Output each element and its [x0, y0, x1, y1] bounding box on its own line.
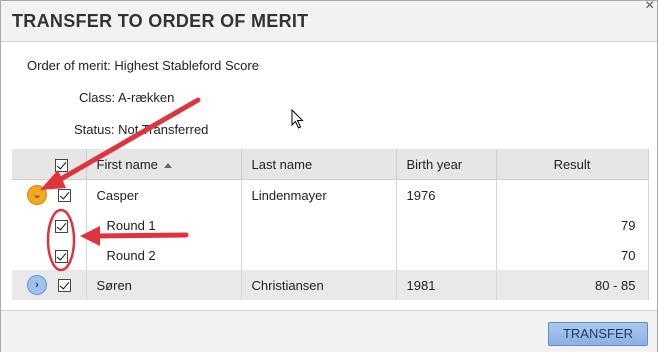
row-controls: › — [12, 270, 87, 300]
class-row: Class: A-rækken — [79, 90, 174, 105]
select-all-checkbox[interactable] — [55, 158, 68, 172]
round-name-cell: Round 1 — [86, 210, 242, 240]
empty-cell — [241, 240, 397, 270]
result-cell: 79 — [496, 210, 649, 240]
results-table: First name Last name Birth year Result ⌄… — [12, 149, 649, 300]
class-value: A-rækken — [118, 90, 175, 105]
dialog-titlebar: TRANSFER TO ORDER OF MERIT × — [1, 0, 657, 42]
header-first-name[interactable]: First name — [86, 149, 242, 180]
last-name-cell: Lindenmayer — [241, 179, 397, 210]
result-cell — [496, 179, 649, 210]
order-of-merit-value: Highest Stableford Score — [114, 58, 259, 73]
expand-row-icon[interactable]: › — [27, 275, 47, 295]
header-first-name-label: First name — [96, 156, 158, 172]
round-checkbox[interactable] — [55, 249, 68, 263]
header-select-all[interactable] — [12, 149, 87, 180]
birth-year-cell: 1981 — [396, 270, 497, 300]
empty-cell — [241, 210, 397, 240]
transfer-button[interactable]: TRANSFER — [548, 322, 648, 346]
order-of-merit-row: Order of merit: Highest Stableford Score — [27, 58, 259, 73]
dialog-title: TRANSFER TO ORDER OF MERIT — [12, 11, 309, 31]
table-row: Round 2 70 — [12, 240, 649, 270]
empty-cell — [396, 210, 497, 240]
row-controls — [12, 240, 87, 270]
status-row: Status: Not Transferred — [74, 122, 208, 137]
round-checkbox[interactable] — [55, 219, 68, 233]
result-cell: 70 — [496, 240, 649, 270]
table-header-row: First name Last name Birth year Result — [12, 149, 649, 180]
sort-ascending-icon — [163, 162, 172, 168]
status-value: Not Transferred — [118, 122, 209, 137]
row-checkbox[interactable] — [57, 278, 71, 292]
table-row: Round 1 79 — [12, 210, 649, 240]
status-label: Status: — [74, 122, 115, 137]
header-birth-year[interactable]: Birth year — [396, 149, 497, 180]
mouse-pointer-icon — [291, 109, 304, 129]
class-label: Class: — [79, 90, 116, 105]
collapse-row-icon[interactable]: ⌄ — [27, 185, 47, 205]
row-checkbox[interactable] — [57, 188, 71, 202]
header-last-name[interactable]: Last name — [241, 149, 397, 180]
first-name-cell: Søren — [86, 270, 242, 300]
first-name-cell: Casper — [86, 179, 242, 210]
table-row: › Søren Christiansen 1981 80 - 85 — [12, 270, 649, 300]
birth-year-cell: 1976 — [396, 179, 497, 210]
header-result[interactable]: Result — [496, 149, 649, 180]
table-row: ⌄ Casper Lindenmayer 1976 — [12, 179, 649, 210]
transfer-dialog: TRANSFER TO ORDER OF MERIT × Order of me… — [0, 0, 658, 352]
round-name-cell: Round 2 — [86, 240, 242, 270]
row-controls: ⌄ — [12, 179, 87, 210]
empty-cell — [396, 240, 497, 270]
result-cell: 80 - 85 — [496, 270, 649, 300]
order-of-merit-label: Order of merit: — [27, 58, 111, 73]
dialog-footer: TRANSFER — [1, 310, 657, 352]
last-name-cell: Christiansen — [241, 270, 397, 300]
row-controls — [12, 210, 87, 240]
close-icon[interactable]: × — [645, 0, 654, 15]
